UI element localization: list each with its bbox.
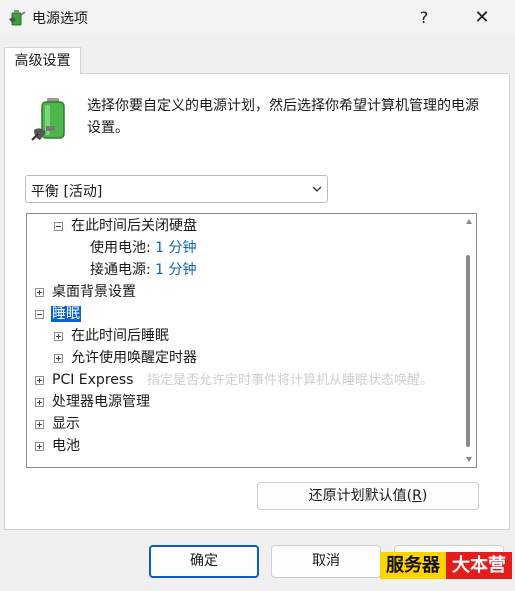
tree-item-plugged-in[interactable]: 接通电源: 1 分钟 <box>90 259 197 281</box>
expand-icon[interactable] <box>54 332 63 341</box>
power-plan-value: 平衡 [活动] <box>31 184 103 200</box>
expand-icon[interactable] <box>35 288 44 297</box>
window-title: 电源选项 <box>32 11 88 27</box>
cancel-button[interactable]: 取消 <box>271 545 381 578</box>
vertical-scrollbar[interactable] <box>462 214 476 467</box>
tree-item-wake-timers[interactable]: 允许使用唤醒定时器 <box>54 347 197 369</box>
expand-icon[interactable] <box>35 398 44 407</box>
collapse-icon[interactable] <box>35 310 44 319</box>
tree-item-label: 电池 <box>52 438 80 454</box>
ok-button[interactable]: 确定 <box>149 545 259 578</box>
tree-item-label: 在此时间后睡眠 <box>71 328 169 344</box>
scroll-up-icon[interactable] <box>465 218 473 226</box>
expand-icon[interactable] <box>35 420 44 429</box>
collapse-icon[interactable] <box>54 222 63 231</box>
tree-item-sleep[interactable]: 睡眠 <box>35 303 81 325</box>
setting-value[interactable]: 1 分钟 <box>155 240 196 256</box>
restore-label: 还原计划默认值( <box>308 488 413 504</box>
power-plan-select[interactable]: 平衡 [活动] <box>25 175 328 203</box>
setting-label: 接通电源: <box>90 262 151 278</box>
tree-item-display[interactable]: 显示 <box>35 413 80 435</box>
tree-item-label: PCI Express <box>52 372 134 388</box>
scroll-down-icon[interactable] <box>465 455 473 463</box>
restore-defaults-button[interactable]: 还原计划默认值(R) <box>257 482 479 510</box>
tree-item-label: 允许使用唤醒定时器 <box>71 350 197 366</box>
expand-icon[interactable] <box>35 376 44 385</box>
close-button[interactable]: ✕ <box>462 4 502 32</box>
tree-item-battery[interactable]: 电池 <box>35 435 80 457</box>
watermark-part-2: 大本营 <box>446 552 512 579</box>
tree-item-label: 桌面背景设置 <box>52 284 136 300</box>
power-options-icon <box>9 10 26 26</box>
description-text: 选择你要自定义的电源计划，然后选择你希望计算机管理的电源设置。 <box>87 98 479 136</box>
restore-suffix: ) <box>421 488 428 504</box>
tree-item-label-selected: 睡眠 <box>51 306 81 322</box>
chevron-down-icon <box>312 186 322 192</box>
restore-accel-key: R <box>412 488 422 504</box>
tree-item-label: 在此时间后关闭硬盘 <box>71 218 197 234</box>
settings-tree[interactable]: 在此时间后关闭硬盘 使用电池: 1 分钟 接通电源: 1 分钟 桌面背景设置 睡… <box>26 213 477 468</box>
help-button[interactable]: ? <box>408 4 440 32</box>
battery-plug-icon <box>31 98 65 141</box>
watermark-part-1: 服务器 <box>380 552 446 579</box>
tab-advanced-settings[interactable]: 高级设置 <box>4 47 81 74</box>
scroll-thumb[interactable] <box>466 255 470 447</box>
expand-icon[interactable] <box>54 354 63 363</box>
tree-item-hard-disk[interactable]: 在此时间后关闭硬盘 <box>54 215 197 237</box>
tree-item-processor[interactable]: 处理器电源管理 <box>35 391 150 413</box>
expand-icon[interactable] <box>35 442 44 451</box>
tree-item-label: 处理器电源管理 <box>52 394 150 410</box>
tree-item-on-battery[interactable]: 使用电池: 1 分钟 <box>90 237 197 259</box>
tree-item-label: 显示 <box>52 416 80 432</box>
tree-item-desktop-background[interactable]: 桌面背景设置 <box>35 281 136 303</box>
setting-label: 使用电池: <box>90 240 151 256</box>
tree-item-sleep-after[interactable]: 在此时间后睡眠 <box>54 325 169 347</box>
tree-item-pci-express[interactable]: PCI Express <box>35 369 133 391</box>
setting-value[interactable]: 1 分钟 <box>155 262 196 278</box>
tooltip-ghost-text: 指定是否允许定时事件将计算机从睡眠状态唤醒。 <box>147 373 434 388</box>
title-bar: 电源选项 ? ✕ <box>0 0 515 36</box>
